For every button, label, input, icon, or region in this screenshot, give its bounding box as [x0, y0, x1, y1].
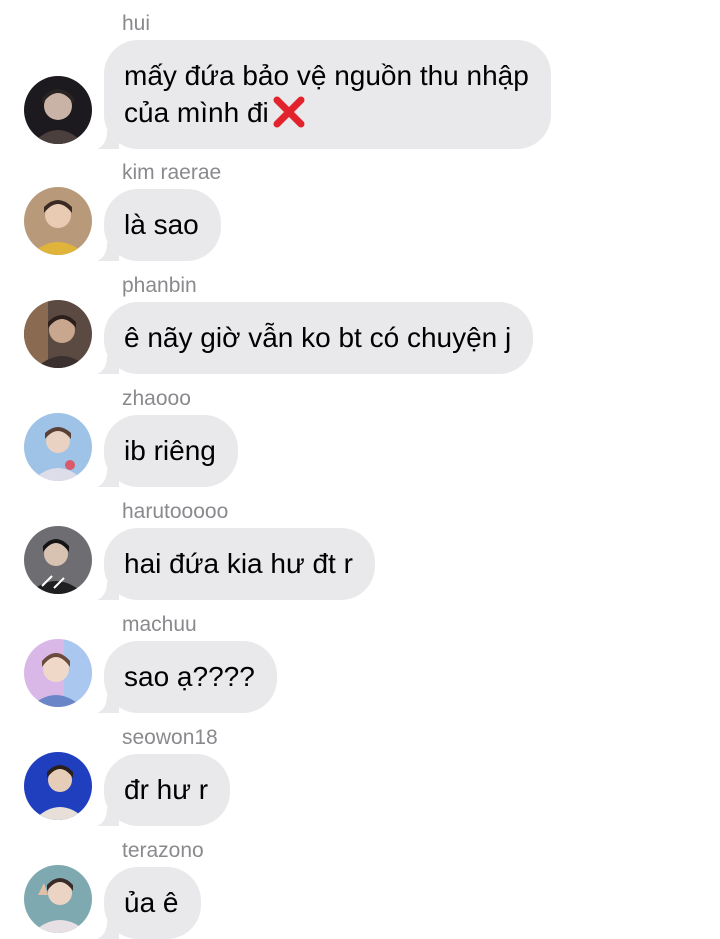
bubble-tail	[97, 804, 119, 826]
message-text: là sao	[124, 209, 199, 240]
avatar[interactable]	[24, 526, 92, 594]
bubble-tail	[97, 691, 119, 713]
message-text: ê nãy giờ vẫn ko bt có chuyện j	[124, 322, 512, 353]
message-bubble[interactable]: mấy đứa bảo vệ nguồn thu nhập của mình đ…	[97, 40, 551, 149]
sender-name: terazono	[122, 839, 204, 862]
bubble-tail	[97, 127, 119, 149]
message-text: của mình đi	[124, 94, 529, 131]
avatar[interactable]	[24, 187, 92, 255]
sender-name: phanbin	[122, 274, 197, 297]
avatar[interactable]	[24, 76, 92, 144]
bubble-tail	[97, 917, 119, 939]
message-text: đr hư r	[124, 774, 209, 805]
message-text: sao ạ????	[124, 661, 255, 692]
avatar[interactable]	[24, 865, 92, 933]
message-text: ủa ê	[124, 887, 179, 918]
message-bubble[interactable]: hai đứa kia hư đt r	[97, 528, 375, 600]
message-text: mấy đứa bảo vệ nguồn thu nhập	[124, 60, 529, 91]
bubble-tail	[97, 239, 119, 261]
message-bubble[interactable]: ê nãy giờ vẫn ko bt có chuyện j	[97, 302, 534, 374]
message-text: của mình đi	[124, 97, 269, 128]
avatar[interactable]	[24, 300, 92, 368]
sender-name: machuu	[122, 613, 197, 636]
sender-name: kim raerae	[122, 161, 222, 184]
message-bubble[interactable]: ib riêng	[97, 415, 238, 487]
bubble-tail	[97, 465, 119, 487]
bubble-tail	[97, 352, 119, 374]
sender-name: hui	[122, 12, 151, 35]
bubble-tail	[97, 578, 119, 600]
sender-name: zhaooo	[122, 387, 191, 410]
message-bubble[interactable]: đr hư r	[97, 754, 231, 826]
avatar[interactable]	[24, 752, 92, 820]
message-bubble[interactable]: ủa ê	[97, 867, 201, 939]
sender-name: seowon18	[122, 726, 218, 749]
message-bubble[interactable]: sao ạ????	[97, 641, 277, 713]
sender-name: harutooooo	[122, 500, 229, 523]
avatar[interactable]	[24, 639, 92, 707]
message-bubble[interactable]: là sao	[97, 189, 221, 261]
avatar[interactable]	[24, 413, 92, 481]
cross-mark-icon	[271, 94, 307, 130]
message-thread: hui mấy đứa bảo vệ nguồn thu nhập của mì…	[0, 0, 720, 939]
message-text: hai đứa kia hư đt r	[124, 548, 353, 579]
message-text: ib riêng	[124, 435, 216, 466]
